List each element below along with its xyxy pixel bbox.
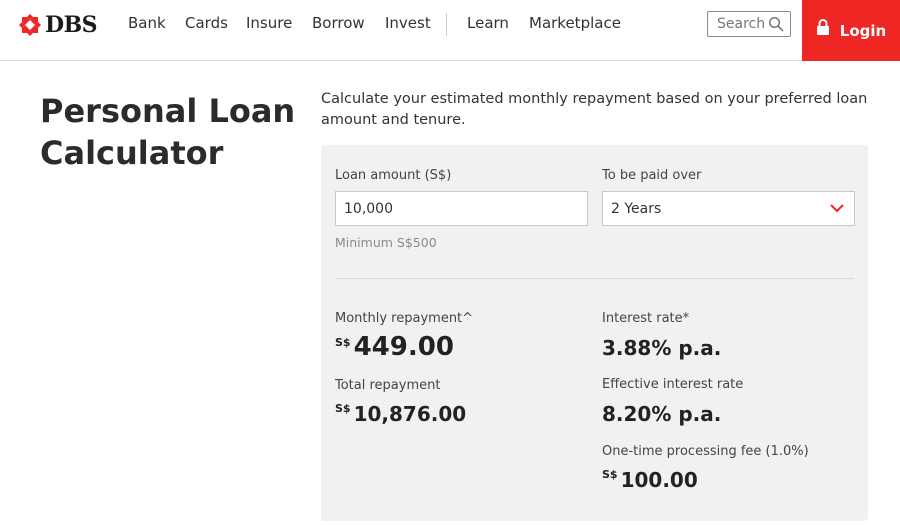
nav-bank[interactable]: Bank xyxy=(128,14,166,32)
nav-learn[interactable]: Learn xyxy=(467,14,509,32)
tenure-label: To be paid over xyxy=(602,168,702,183)
loan-amount-value: 10,000 xyxy=(344,200,393,217)
total-repayment-value: S$ 10,876.00 xyxy=(335,402,466,426)
brand-name: DBS xyxy=(45,12,98,38)
nav-borrow[interactable]: Borrow xyxy=(312,14,365,32)
search-label: Search xyxy=(717,16,766,32)
tenure-value: 2 Years xyxy=(611,200,662,217)
chevron-down-icon xyxy=(830,204,844,213)
search-icon xyxy=(768,16,784,32)
nav-marketplace[interactable]: Marketplace xyxy=(529,14,621,32)
interest-rate-value: 3.88% p.a. xyxy=(602,336,722,360)
loan-amount-hint: Minimum S$500 xyxy=(335,235,437,250)
panel-divider xyxy=(335,278,854,279)
site-header: DBS Bank Cards Insure Borrow Invest Lear… xyxy=(0,0,900,61)
dbs-logo-icon xyxy=(19,14,41,36)
login-button[interactable]: Login xyxy=(802,0,900,61)
nav-invest[interactable]: Invest xyxy=(385,14,431,32)
monthly-amount: 449.00 xyxy=(353,332,454,362)
lock-icon xyxy=(816,19,829,35)
monthly-repayment-value: S$ 449.00 xyxy=(335,332,454,362)
loan-calculator-panel: Loan amount (S$) 10,000 Minimum S$500 To… xyxy=(321,145,868,521)
nav-cards[interactable]: Cards xyxy=(185,14,228,32)
effective-interest-rate-label: Effective interest rate xyxy=(602,377,744,392)
loan-amount-input[interactable]: 10,000 xyxy=(335,191,588,226)
search-button[interactable]: Search xyxy=(707,11,791,37)
loan-amount-label: Loan amount (S$) xyxy=(335,168,452,183)
currency-label: S$ xyxy=(335,402,351,415)
total-amount: 10,876.00 xyxy=(353,402,467,426)
nav-insure[interactable]: Insure xyxy=(246,14,292,32)
currency-label: S$ xyxy=(335,336,351,349)
currency-label: S$ xyxy=(602,468,618,481)
nav-divider xyxy=(446,13,447,36)
page-title: Personal Loan Calculator xyxy=(40,92,296,172)
login-label: Login xyxy=(839,21,887,40)
processing-fee-amount: 100.00 xyxy=(620,468,698,492)
monthly-repayment-label: Monthly repayment^ xyxy=(335,311,474,326)
dbs-logo[interactable]: DBS xyxy=(18,12,98,38)
total-repayment-label: Total repayment xyxy=(335,378,441,393)
page-intro: Calculate your estimated monthly repayme… xyxy=(321,91,868,128)
processing-fee-value: S$ 100.00 xyxy=(602,468,698,492)
effective-interest-rate-value: 8.20% p.a. xyxy=(602,402,722,426)
tenure-select[interactable]: 2 Years xyxy=(602,191,855,226)
interest-rate-label: Interest rate* xyxy=(602,311,690,326)
processing-fee-label: One-time processing fee (1.0%) xyxy=(602,444,809,459)
